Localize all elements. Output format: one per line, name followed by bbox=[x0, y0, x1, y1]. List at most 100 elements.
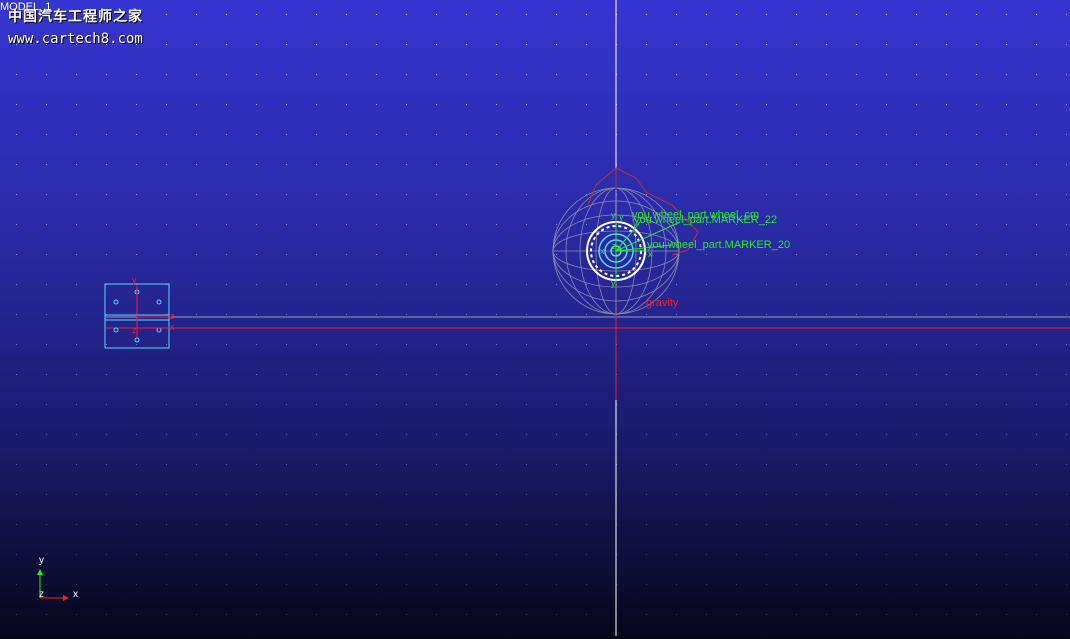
grid-dot bbox=[406, 134, 407, 135]
grid-dot bbox=[1036, 194, 1037, 195]
grid-dot bbox=[976, 224, 977, 225]
grid-dot bbox=[736, 524, 737, 525]
grid-dot bbox=[106, 374, 107, 375]
grid-dot bbox=[586, 614, 587, 615]
grid-dot bbox=[586, 44, 587, 45]
grid-dot bbox=[856, 374, 857, 375]
grid-dot bbox=[256, 464, 257, 465]
grid-dot bbox=[286, 614, 287, 615]
grid-dot bbox=[886, 434, 887, 435]
wheel-axis-y-2: y bbox=[619, 212, 624, 222]
grid-dot bbox=[1066, 44, 1067, 45]
grid-dot bbox=[196, 404, 197, 405]
grid-dot bbox=[916, 494, 917, 495]
grid-dot bbox=[196, 614, 197, 615]
grid-dot bbox=[706, 404, 707, 405]
grid-dot bbox=[286, 14, 287, 15]
grid-dot bbox=[946, 434, 947, 435]
grid-dot bbox=[76, 224, 77, 225]
grid-dot bbox=[1066, 254, 1067, 255]
grid-dot bbox=[586, 374, 587, 375]
grid-dot bbox=[436, 524, 437, 525]
grid-dot bbox=[466, 284, 467, 285]
grid-dot bbox=[736, 14, 737, 15]
grid-dot bbox=[286, 194, 287, 195]
gravity-label[interactable]: gravity bbox=[646, 298, 678, 309]
grid-dot bbox=[166, 464, 167, 465]
watermark-text: 中国汽车工程师之家 bbox=[8, 9, 143, 25]
3d-viewport[interactable]: MODEL_1 中国汽车工程师之家 www.cartech8.com you.w… bbox=[0, 0, 1070, 639]
grid-dot bbox=[556, 434, 557, 435]
grid-dot bbox=[496, 314, 497, 315]
grid-dot bbox=[346, 344, 347, 345]
grid-dot bbox=[316, 404, 317, 405]
grid-dot bbox=[1006, 44, 1007, 45]
grid-dot bbox=[556, 284, 557, 285]
grid-dot bbox=[346, 224, 347, 225]
grid-dot bbox=[916, 44, 917, 45]
grid-dot bbox=[376, 314, 377, 315]
grid-dot bbox=[676, 134, 677, 135]
grid-dot bbox=[496, 524, 497, 525]
grid-dot bbox=[586, 224, 587, 225]
grid-dot bbox=[736, 464, 737, 465]
grid-dot bbox=[796, 164, 797, 165]
grid-dot bbox=[886, 554, 887, 555]
grid-dot bbox=[886, 134, 887, 135]
grid-dot bbox=[976, 44, 977, 45]
grid-dot bbox=[766, 344, 767, 345]
marker-label-marker-22[interactable]: you.wheel_part.MARKER_22 bbox=[634, 215, 777, 226]
grid-dot bbox=[1036, 164, 1037, 165]
grid-dot bbox=[496, 44, 497, 45]
grid-dot bbox=[886, 224, 887, 225]
grid-dot bbox=[406, 494, 407, 495]
grid-dot bbox=[466, 74, 467, 75]
grid-dot bbox=[406, 104, 407, 105]
grid-dot bbox=[1036, 74, 1037, 75]
model-scene[interactable] bbox=[0, 0, 1070, 639]
grid-dot bbox=[46, 284, 47, 285]
grid-dot bbox=[1006, 464, 1007, 465]
grid-dot bbox=[376, 614, 377, 615]
grid-dot bbox=[1006, 494, 1007, 495]
grid-dot bbox=[1006, 104, 1007, 105]
chassis-marker-triad bbox=[136, 286, 172, 337]
grid-dot bbox=[706, 554, 707, 555]
grid-dot bbox=[706, 14, 707, 15]
chassis-part[interactable] bbox=[104, 283, 172, 349]
grid-dot bbox=[196, 164, 197, 165]
grid-dot bbox=[286, 254, 287, 255]
grid-dot bbox=[436, 44, 437, 45]
grid-dot bbox=[916, 224, 917, 225]
grid-dot bbox=[646, 434, 647, 435]
grid-dot bbox=[736, 74, 737, 75]
grid-dot bbox=[166, 44, 167, 45]
grid-dot bbox=[976, 254, 977, 255]
grid-dot bbox=[976, 104, 977, 105]
grid-dot bbox=[706, 584, 707, 585]
grid-dot bbox=[136, 254, 137, 255]
grid-dot bbox=[856, 74, 857, 75]
grid-dot bbox=[286, 74, 287, 75]
grid-dot bbox=[256, 284, 257, 285]
marker-label-marker-20[interactable]: you.wheel_part.MARKER_20 bbox=[647, 240, 790, 251]
grid-dot bbox=[346, 404, 347, 405]
grid-dot bbox=[466, 434, 467, 435]
grid-dot bbox=[226, 164, 227, 165]
grid-dot bbox=[826, 224, 827, 225]
grid-dot bbox=[766, 284, 767, 285]
grid-dot bbox=[766, 614, 767, 615]
grid-dot bbox=[316, 464, 317, 465]
grid-dot bbox=[496, 134, 497, 135]
chassis-axis-y: y bbox=[132, 275, 137, 285]
grid-dot bbox=[796, 14, 797, 15]
grid-dot bbox=[466, 14, 467, 15]
grid-dot bbox=[226, 494, 227, 495]
grid-dot bbox=[916, 194, 917, 195]
grid-dot bbox=[766, 554, 767, 555]
grid-dot bbox=[106, 134, 107, 135]
grid-dot bbox=[196, 494, 197, 495]
grid-dot bbox=[286, 344, 287, 345]
grid-dot bbox=[1006, 614, 1007, 615]
grid-dot bbox=[166, 584, 167, 585]
